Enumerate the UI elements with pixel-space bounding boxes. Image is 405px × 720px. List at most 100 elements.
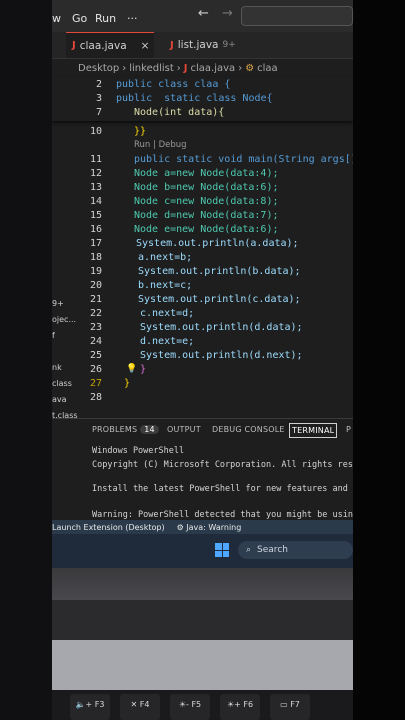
close-icon[interactable]: × bbox=[141, 40, 150, 52]
breadcrumb-desktop[interactable]: Desktop bbox=[78, 63, 119, 74]
code-line[interactable]: Node(int data){ bbox=[134, 107, 224, 118]
volume-up-icon: 🔈+ bbox=[75, 700, 93, 709]
editor-tabs: J claa.java × J list.java 9+ bbox=[52, 32, 353, 59]
mic-mute-icon: ✕ bbox=[130, 700, 138, 709]
key-label: F6 bbox=[243, 700, 254, 709]
menu-go[interactable]: Go bbox=[72, 12, 87, 25]
menu-more[interactable]: ··· bbox=[127, 12, 138, 25]
brightness-up-icon: ☀+ bbox=[226, 700, 241, 709]
tab-label: claa.java bbox=[79, 39, 127, 52]
vscode-window: w Go Run ··· ← → J claa.java × J list.ja… bbox=[52, 0, 353, 568]
code-line[interactable]: System.out.println(b.data); bbox=[138, 266, 301, 277]
tab-output[interactable]: OUTPUT bbox=[167, 425, 201, 434]
code-line[interactable]: }} bbox=[134, 126, 146, 137]
key-label: F3 bbox=[94, 700, 105, 709]
code-line[interactable]: a.next=b; bbox=[138, 252, 192, 263]
menu-run[interactable]: Run bbox=[95, 12, 116, 25]
line-number: 10 bbox=[89, 126, 102, 137]
panel-tabs: PROBLEMS 14 OUTPUT DEBUG CONSOLE TERMINAL… bbox=[52, 418, 353, 443]
code-line[interactable]: System.out.println(d.data); bbox=[140, 322, 303, 333]
code-line[interactable]: Node b=new Node(data:6); bbox=[134, 182, 279, 193]
code-line[interactable]: d.next=e; bbox=[140, 336, 194, 347]
terminal-line: Copyright (C) Microsoft Corporation. All… bbox=[92, 460, 353, 470]
java-warning-icon: ⚙ bbox=[176, 522, 184, 532]
breadcrumb-symbol[interactable]: claa bbox=[257, 63, 278, 74]
line-number: 14 bbox=[89, 196, 102, 207]
forward-arrow-icon[interactable]: → bbox=[222, 6, 233, 21]
explorer-item[interactable]: nk bbox=[52, 360, 74, 376]
code-line[interactable]: Node e=new Node(data:6); bbox=[134, 224, 279, 235]
code-line[interactable]: public static void main(String args[]) bbox=[134, 154, 353, 165]
line-number: 16 bbox=[89, 224, 102, 235]
search-icon: ⌕ bbox=[246, 545, 252, 555]
code-line[interactable]: Node c=new Node(data:8); bbox=[134, 196, 279, 207]
breadcrumb-file[interactable]: claa.java bbox=[191, 63, 236, 74]
chevron-right-icon: › bbox=[122, 62, 127, 74]
code-line[interactable]: System.out.println(a.data); bbox=[136, 238, 299, 249]
photo-right-edge bbox=[353, 0, 405, 720]
terminal-line: Install the latest PowerShell for new fe… bbox=[92, 484, 353, 494]
taskbar-search[interactable]: ⌕ Search bbox=[238, 541, 353, 559]
terminal-line: Windows PowerShell bbox=[92, 446, 185, 456]
command-center-search[interactable] bbox=[241, 6, 353, 26]
problems-count-badge: 14 bbox=[140, 425, 159, 434]
tab-ports[interactable]: P bbox=[346, 425, 351, 434]
line-number: 22 bbox=[89, 308, 102, 319]
code-line[interactable]: b.next=c; bbox=[138, 280, 192, 291]
tab-list-java[interactable]: J list.java 9+ bbox=[164, 32, 254, 58]
code-line[interactable]: public static class Node{ bbox=[116, 93, 273, 104]
code-line[interactable]: c.next=d; bbox=[140, 308, 194, 319]
explorer-item[interactable]: ava bbox=[52, 392, 74, 408]
breadcrumb: Desktop › linkedlist › J claa.java › ⚙ c… bbox=[52, 59, 353, 77]
explorer-item[interactable]: f bbox=[52, 328, 74, 344]
line-number: 7 bbox=[95, 107, 102, 118]
breadcrumb-linkedlist[interactable]: linkedlist bbox=[129, 63, 174, 74]
lightbulb-icon[interactable]: 💡 bbox=[126, 364, 137, 374]
back-arrow-icon[interactable]: ← bbox=[198, 6, 209, 21]
line-number: 28 bbox=[89, 392, 102, 403]
code-line[interactable]: System.out.println(d.next); bbox=[140, 350, 303, 361]
code-line[interactable]: Node a=new Node(data:4); bbox=[134, 168, 279, 179]
code-line[interactable]: Node d=new Node(data:7); bbox=[134, 210, 279, 221]
tab-debug-console[interactable]: DEBUG CONSOLE bbox=[212, 425, 285, 434]
menu-view[interactable]: w bbox=[52, 12, 61, 25]
line-number: 26 bbox=[89, 364, 102, 375]
key-f7[interactable]: ▭ F7 bbox=[270, 694, 310, 720]
brightness-down-icon: ☀- bbox=[178, 700, 189, 709]
code-line[interactable]: } bbox=[140, 364, 146, 375]
windows-taskbar: ⌕ Search bbox=[52, 534, 353, 568]
line-number: 17 bbox=[89, 238, 102, 249]
chevron-right-icon: › bbox=[176, 62, 181, 74]
java-file-icon: J bbox=[170, 39, 174, 51]
tab-terminal[interactable]: TERMINAL bbox=[289, 423, 338, 438]
terminal-output[interactable]: Windows PowerShell Copyright (C) Microso… bbox=[52, 444, 353, 520]
run-debug-codelens[interactable]: Run | Debug bbox=[134, 140, 187, 150]
tab-label: list.java bbox=[177, 39, 219, 51]
tab-claa-java[interactable]: J claa.java × bbox=[66, 32, 154, 58]
explorer-item[interactable]: ojec... bbox=[52, 312, 76, 328]
code-line[interactable]: public class claa { bbox=[116, 79, 230, 90]
chevron-right-icon: › bbox=[238, 62, 243, 74]
key-f4[interactable]: ✕ F4 bbox=[120, 694, 160, 720]
line-number: 2 bbox=[95, 79, 102, 90]
line-number: 18 bbox=[89, 252, 102, 263]
code-line[interactable]: } bbox=[124, 378, 130, 389]
terminal-line: Warning: PowerShell detected that you mi… bbox=[92, 510, 353, 520]
explorer-item[interactable]: 9+ bbox=[52, 296, 74, 312]
code-editor[interactable]: 10 }} 11 public static void main(String … bbox=[52, 124, 353, 408]
key-f5[interactable]: ☀- F5 bbox=[170, 694, 210, 720]
key-f3[interactable]: 🔈+ F3 bbox=[70, 694, 110, 720]
windows-start-icon[interactable] bbox=[215, 543, 229, 557]
code-line[interactable]: System.out.println(c.data); bbox=[138, 294, 301, 305]
status-launch-extension[interactable]: Launch Extension (Desktop) bbox=[52, 523, 165, 532]
tab-problems[interactable]: PROBLEMS 14 bbox=[92, 425, 159, 434]
line-number: 12 bbox=[89, 168, 102, 179]
key-label: F5 bbox=[191, 700, 202, 709]
status-java[interactable]: ⚙ Java: Warning bbox=[177, 523, 242, 532]
status-bar: Launch Extension (Desktop) ⚙ Java: Warni… bbox=[52, 520, 353, 534]
key-f6[interactable]: ☀+ F6 bbox=[220, 694, 260, 720]
explorer-item[interactable]: class bbox=[52, 376, 74, 392]
line-number: 25 bbox=[89, 350, 102, 361]
explorer-fragment: 9+ ojec... f nk class ava t.class bbox=[52, 296, 78, 436]
java-file-icon: J bbox=[72, 40, 76, 51]
